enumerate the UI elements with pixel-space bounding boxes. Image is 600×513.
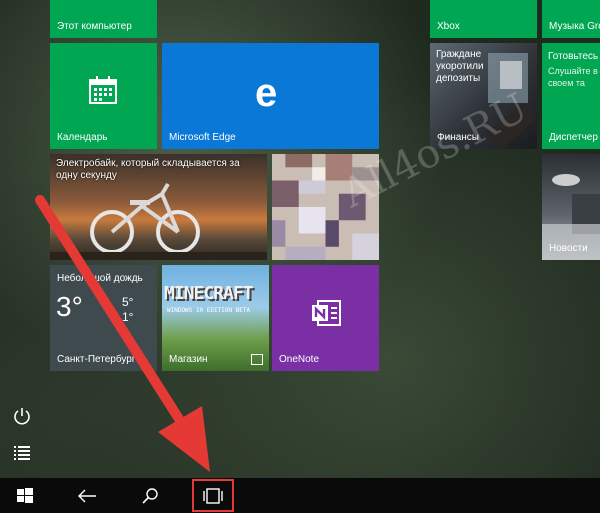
tile-xbox-label: Xbox [437,21,460,32]
weather-condition: Небольшой дождь [57,273,143,284]
power-button[interactable] [10,404,34,428]
dispatcher-title: Готовьтесь [548,51,599,62]
tile-store-label: Магазин [169,354,208,365]
store-banner-subtitle: WINDOWS 10 EDITION BETA [167,307,251,314]
store-bag-icon [251,354,263,365]
start-button[interactable] [3,478,47,513]
tile-news-label: Новости [549,243,588,254]
dispatcher-text: Слушайте в своем та [548,66,598,88]
tile-news[interactable]: Новости [542,154,600,260]
tile-news-ebike[interactable]: Электробайк, который складывается за одн… [50,154,267,260]
back-button[interactable] [65,478,109,513]
power-icon [14,408,30,425]
weather-high: 5° [122,295,134,309]
calendar-icon [89,76,117,104]
tile-onenote[interactable]: OneNote [272,265,379,371]
store-banner-title: MINECRAFT [164,283,254,304]
tile-dispatcher[interactable]: Готовьтесь Слушайте в своем та Диспетчер [542,43,600,149]
tile-edge-label: Microsoft Edge [169,132,236,143]
tile-this-pc-label: Этот компьютер [57,21,132,32]
weather-low: 1° [122,310,134,324]
back-arrow-icon [78,489,96,502]
tile-groove-label: Музыка Groove [549,21,600,32]
tile-onenote-label: OneNote [279,354,320,365]
finance-headline: Граждане укоротили депозиты [436,49,484,84]
tile-groove-music[interactable]: Музыка Groove [542,0,600,38]
weather-city: Санкт-Петербург [57,354,136,365]
taskbar [0,478,600,513]
tile-weather[interactable]: Небольшой дождь 3° 5° 1° Санкт-Петербург [50,265,157,371]
tile-finance-label: Финансы [437,132,479,143]
weather-temperature: 3° [56,291,83,322]
edge-icon: e [255,71,278,115]
tile-this-pc[interactable]: Этот компьютер [50,0,157,38]
task-view-icon [203,487,223,504]
windows-start-icon [17,487,33,503]
tile-news-ebike-headline: Электробайк, который складывается за одн… [56,158,240,181]
tile-store[interactable]: MINECRAFT WINDOWS 10 EDITION BETA Магази… [162,265,269,371]
tile-dispatcher-label: Диспетчер [549,132,598,143]
search-button[interactable] [128,478,172,513]
start-rail [0,0,45,478]
tile-calendar-label: Календарь [57,132,108,143]
tile-xbox[interactable]: Xbox [430,0,537,38]
task-view-button[interactable] [191,478,235,513]
tile-microsoft-edge[interactable]: e Microsoft Edge [162,43,379,149]
tile-calendar[interactable]: Календарь [50,43,157,149]
search-icon [142,487,158,504]
all-apps-icon [14,446,30,460]
all-apps-button[interactable] [10,441,34,465]
onenote-icon [312,300,341,326]
